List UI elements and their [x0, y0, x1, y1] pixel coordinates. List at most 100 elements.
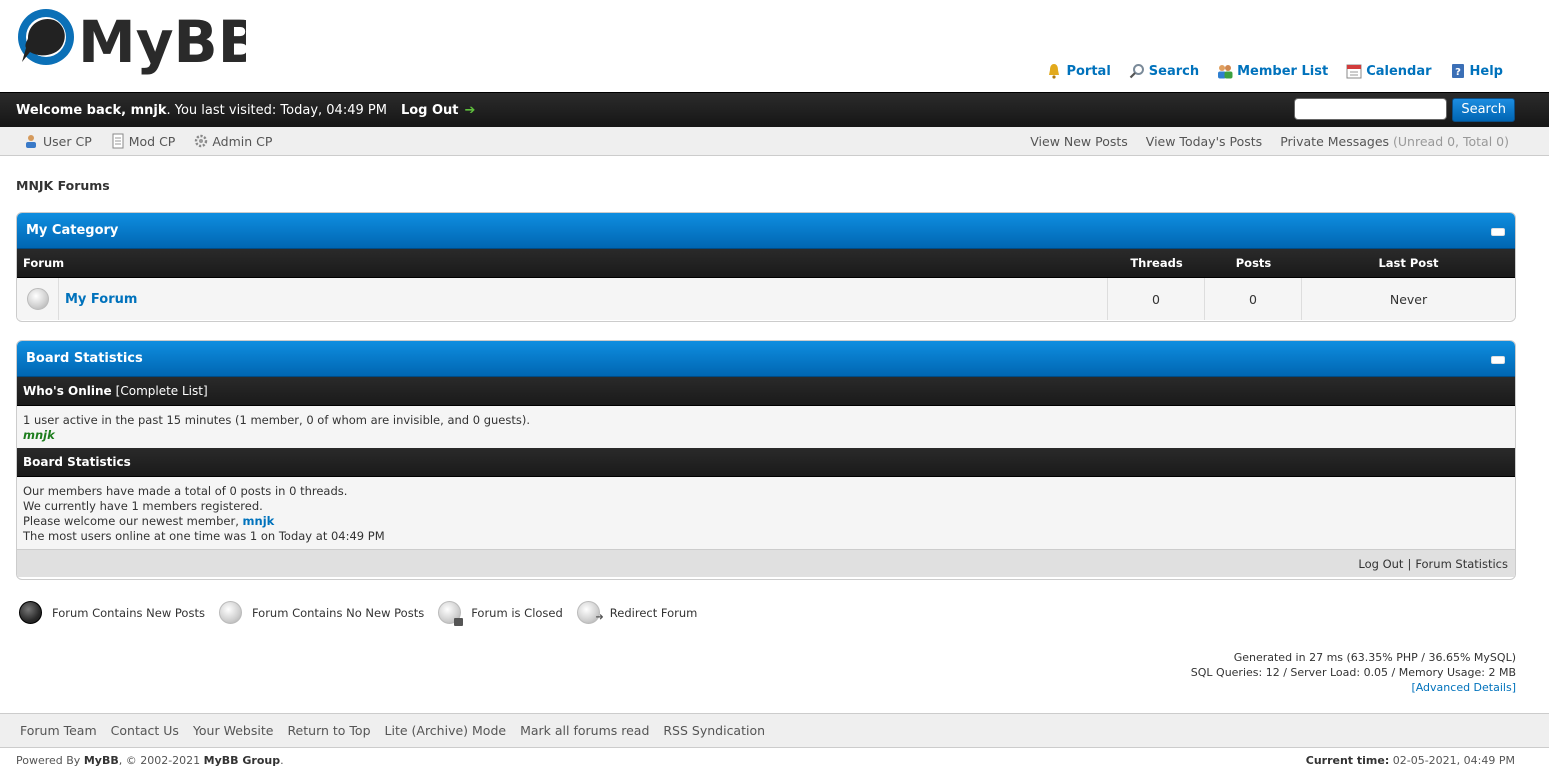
legend-item: Forum is Closed	[438, 601, 563, 626]
view-new-posts-link[interactable]: View New Posts	[1030, 134, 1128, 149]
legend-label: Forum Contains New Posts	[52, 605, 205, 620]
user-cp-icon	[26, 135, 36, 148]
top-link-label: Help	[1469, 63, 1503, 79]
newest-member-link[interactable]: mnjk	[243, 514, 275, 528]
header: MyBB Portal Search Member List Calendar …	[0, 0, 1549, 92]
logout-label: Log Out	[400, 102, 459, 118]
top-link-label: Portal	[1066, 63, 1111, 79]
top-link-portal[interactable]: Portal	[1046, 63, 1111, 79]
whos-online-body: 1 user active in the past 15 minutes (1 …	[17, 406, 1515, 448]
footer-logout-link[interactable]: Log Out	[1358, 557, 1403, 571]
lock-icon	[454, 618, 464, 626]
category-header: My Category	[17, 213, 1515, 249]
admin-cp-link[interactable]: Admin CP	[193, 133, 272, 149]
pm-counts: (Unread 0, Total 0)	[1393, 133, 1509, 149]
top-link-label: Member List	[1237, 63, 1329, 79]
gear-icon	[195, 134, 208, 148]
private-messages-link[interactable]: Private Messages	[1280, 134, 1389, 149]
table-row: My Forum 0 0 Never	[17, 278, 1515, 320]
footer-links: Forum Team Contact Us Your Website Retur…	[0, 713, 1549, 748]
online-text: 1 user active in the past 15 minutes (1 …	[23, 413, 531, 427]
welcome-username: mnjk	[130, 102, 167, 118]
forum-no-new-posts-icon	[218, 601, 242, 624]
online-user-link[interactable]: mnjk	[23, 428, 55, 442]
footer-link-return-to-top[interactable]: Return to Top	[287, 723, 370, 738]
category-table: My Category Forum Threads Posts Last Pos…	[16, 212, 1516, 322]
header-forum: Forum	[23, 256, 65, 270]
view-todays-posts-link[interactable]: View Today's Posts	[1146, 134, 1262, 149]
svg-text:?: ?	[1455, 67, 1461, 78]
stats-line: The most users online at one time was 1 …	[23, 529, 385, 543]
forum-link[interactable]: My Forum	[65, 292, 137, 307]
portal-icon	[1049, 64, 1060, 79]
welcome-prefix: Welcome back,	[16, 102, 131, 118]
breadcrumb[interactable]: MNJK Forums	[16, 178, 110, 193]
forum-posts: 0	[1205, 278, 1302, 320]
stats-footer: Log Out | Forum Statistics	[17, 549, 1515, 577]
search-button[interactable]: Search	[1452, 98, 1515, 122]
board-stats-body: Our members have made a total of 0 posts…	[17, 477, 1515, 549]
mybb-group-link[interactable]: MyBB Group	[204, 754, 280, 767]
logout-link[interactable]: Log Out ➔	[401, 103, 475, 118]
debug-line: Generated in 27 ms (63.35% PHP / 36.65% …	[1233, 651, 1516, 664]
legend-label: Forum is Closed	[471, 605, 563, 620]
forum-status-icon[interactable]	[26, 288, 49, 310]
footer-link-lite-mode[interactable]: Lite (Archive) Mode	[385, 723, 507, 738]
logo-text: MyBB	[78, 8, 246, 76]
footer-link-rss[interactable]: RSS Syndication	[663, 723, 765, 738]
forum-closed-icon	[438, 601, 464, 626]
header-last-post: Last Post	[1378, 256, 1439, 270]
header-posts: Posts	[1235, 256, 1272, 270]
top-link-help[interactable]: ? Help	[1450, 63, 1503, 79]
forum-new-posts-icon	[19, 601, 42, 624]
complete-list-link[interactable]: [Complete List]	[116, 384, 208, 398]
user-cp-link[interactable]: User CP	[24, 133, 92, 149]
sub-panel: User CP Mod CP Admin CP View New Posts V…	[0, 127, 1549, 156]
mod-cp-link[interactable]: Mod CP	[110, 133, 175, 149]
quick-search: Search	[1294, 98, 1515, 122]
stats-line: Please welcome our newest member, mnjk	[23, 514, 1509, 529]
footer-link-mark-read[interactable]: Mark all forums read	[520, 723, 649, 738]
copyright: Powered By MyBB, © 2002-2021 MyBB Group.	[16, 754, 284, 767]
redirect-arrow-icon: ➜	[595, 612, 604, 623]
search-icon	[1129, 64, 1144, 79]
legend-item: ➜ Redirect Forum	[576, 601, 698, 624]
collapse-icon[interactable]	[1491, 356, 1505, 364]
top-link-label: Calendar	[1366, 63, 1432, 79]
top-link-member-list[interactable]: Member List	[1217, 63, 1328, 79]
footer-link-forum-team[interactable]: Forum Team	[20, 723, 97, 738]
forum-column-headers: Forum Threads Posts Last Post	[17, 249, 1515, 278]
top-link-search[interactable]: Search	[1129, 63, 1199, 79]
member-list-icon	[1218, 65, 1233, 79]
last-visit-text: . You last visited: Today, 04:49 PM	[166, 102, 387, 118]
collapse-icon[interactable]	[1491, 228, 1505, 236]
footer-link-your-website[interactable]: Your Website	[193, 723, 274, 738]
legend-label: Redirect Forum	[609, 605, 698, 620]
stats-line: Our members have made a total of 0 posts…	[23, 484, 348, 498]
debug-info: Generated in 27 ms (63.35% PHP / 36.65% …	[1191, 650, 1516, 695]
legend-item: Forum Contains New Posts	[19, 601, 205, 624]
top-link-calendar[interactable]: Calendar	[1346, 63, 1432, 79]
whos-online-link[interactable]: Who's Online	[23, 384, 112, 398]
user-bar: Welcome back, mnjk. You last visited: To…	[0, 92, 1549, 127]
footer-link-contact-us[interactable]: Contact Us	[111, 723, 179, 738]
advanced-details-link[interactable]: [Advanced Details]	[1411, 681, 1516, 694]
mod-cp-icon	[112, 133, 124, 149]
forum-last-post: Never	[1389, 291, 1428, 307]
current-time-label: Current time:	[1305, 754, 1390, 767]
powered-mid: , © 2002-2021	[118, 754, 204, 767]
mybb-logo[interactable]: MyBB	[16, 4, 246, 76]
category-title[interactable]: My Category	[26, 223, 118, 238]
forum-statistics-link[interactable]: Forum Statistics	[1415, 557, 1508, 571]
mybb-link[interactable]: MyBB	[84, 754, 119, 767]
whos-online-header: Who's Online [Complete List]	[17, 377, 1515, 406]
search-input[interactable]	[1294, 98, 1448, 120]
board-stats-subheader: Board Statistics	[17, 448, 1515, 477]
current-time: Current time: 02-05-2021, 04:49 PM	[1306, 754, 1515, 767]
top-link-label: Search	[1148, 63, 1200, 79]
stats-line: We currently have 1 members registered.	[23, 499, 263, 513]
stats-title: Board Statistics	[26, 351, 143, 366]
forum-redirect-icon: ➜	[576, 601, 604, 624]
private-messages: Private Messages (Unread 0, Total 0)	[1280, 134, 1509, 149]
board-stats-table: Board Statistics Who's Online [Complete …	[16, 340, 1516, 580]
